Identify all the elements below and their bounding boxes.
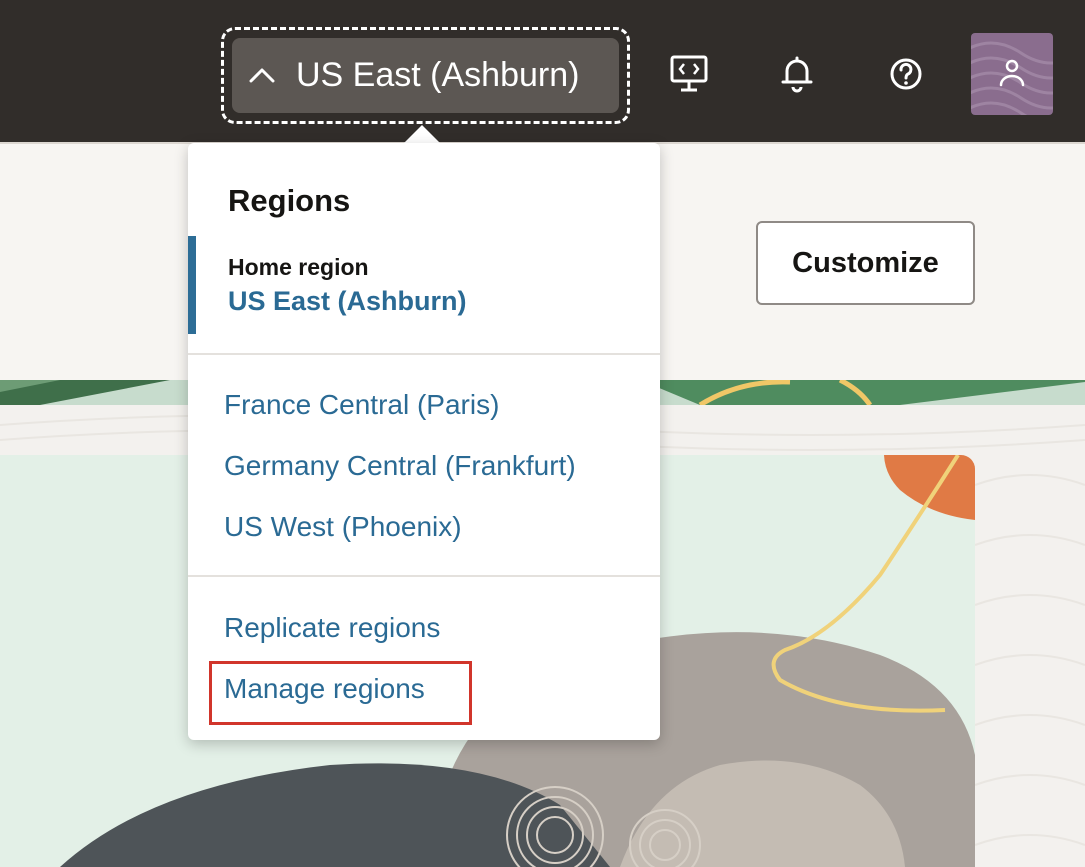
home-region-item[interactable]: Home region US East (Ashburn) (188, 236, 660, 334)
highlight-annotation (209, 661, 472, 725)
menu-divider (188, 353, 660, 355)
top-navigation-bar: US East (Ashburn) (0, 0, 1085, 142)
region-selector-label: US East (Ashburn) (296, 56, 580, 94)
dropdown-caret (404, 125, 440, 143)
home-region-value: US East (Ashburn) (228, 286, 467, 316)
chevron-up-icon (249, 68, 275, 82)
home-region-caption: Home region (228, 254, 369, 280)
region-link-paris[interactable]: France Central (Paris) (224, 389, 499, 421)
region-link-phoenix[interactable]: US West (Phoenix) (224, 511, 462, 543)
help-icon[interactable] (884, 52, 928, 96)
menu-divider (188, 575, 660, 577)
avatar[interactable] (971, 33, 1053, 115)
customize-button[interactable]: Customize (756, 221, 975, 305)
region-selector-inner[interactable]: US East (Ashburn) (232, 38, 619, 113)
regions-title: Regions (228, 183, 351, 218)
selected-indicator (188, 236, 196, 334)
avatar-pattern (971, 41, 1053, 115)
region-selector-button[interactable]: US East (Ashburn) (221, 27, 630, 124)
region-link-frankfurt[interactable]: Germany Central (Frankfurt) (224, 450, 576, 482)
bell-icon[interactable] (775, 52, 819, 96)
page: US East (Ashburn) Customize Regions Home… (0, 0, 1085, 867)
regions-dropdown: Regions Home region US East (Ashburn) Fr… (188, 143, 660, 740)
cloud-shell-icon[interactable] (667, 52, 711, 96)
replicate-regions-link[interactable]: Replicate regions (224, 612, 440, 644)
